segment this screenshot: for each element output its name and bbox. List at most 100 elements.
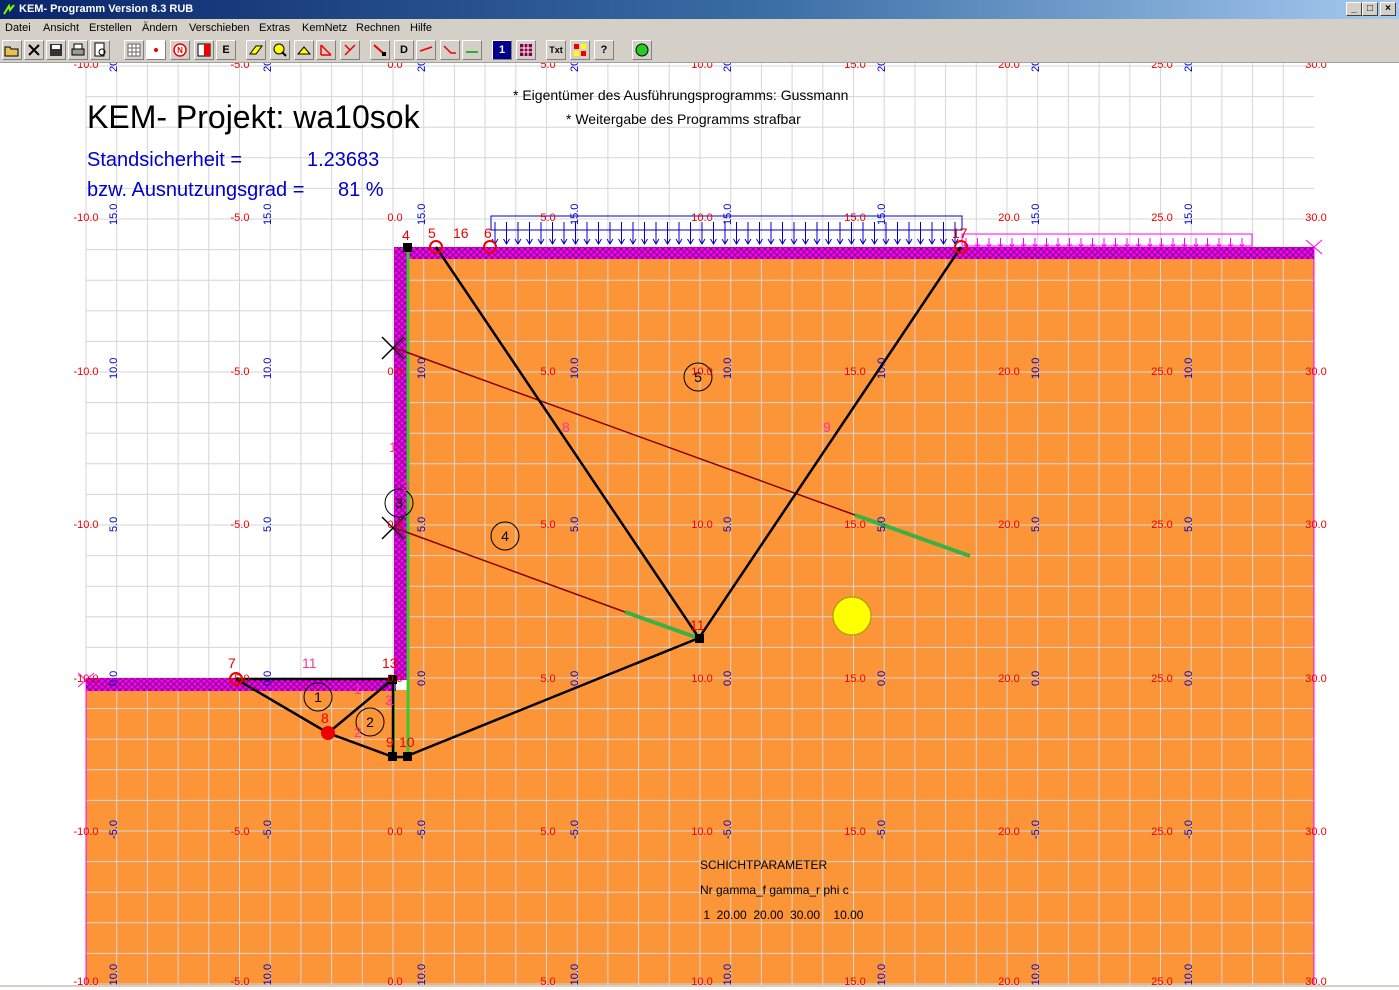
menu-rechnen[interactable]: Rechnen [356, 19, 400, 37]
x-axis-label: -10.0 [73, 212, 98, 224]
y-axis-label: -10.0 [1030, 964, 1042, 985]
menu-aendern[interactable]: Ändern [142, 19, 177, 37]
open-icon[interactable] [2, 40, 22, 60]
load-arrow [1113, 238, 1118, 248]
y-axis-label: 15.0 [569, 204, 581, 225]
load-arrow [744, 222, 752, 245]
y-axis-label: -10.0 [1183, 964, 1195, 985]
run-icon[interactable] [632, 40, 652, 60]
layer-color-icon[interactable] [194, 40, 214, 60]
load-arrow [1205, 238, 1210, 248]
colors-icon[interactable] [570, 40, 590, 60]
y-axis-label: 5.0 [722, 517, 734, 532]
load-arrow [710, 222, 717, 245]
load-arrow [1228, 238, 1233, 248]
menu-hilfe[interactable]: Hilfe [410, 19, 432, 37]
close-button[interactable]: × [1380, 2, 1396, 16]
highlight-marker[interactable] [832, 596, 872, 636]
load-arrow [526, 222, 533, 245]
close-file-icon[interactable] [24, 40, 44, 60]
maximize-button[interactable]: □ [1362, 2, 1378, 16]
zoom-icon[interactable] [270, 40, 290, 60]
d-node-icon[interactable]: D [394, 40, 414, 60]
e-button[interactable]: E [216, 40, 236, 60]
line-icon-1[interactable] [416, 40, 436, 60]
x-axis-label: 25.0 [1151, 212, 1172, 224]
x-axis-label: 25.0 [1151, 63, 1172, 71]
menu-datei[interactable]: Datei [5, 19, 31, 37]
grid-icon[interactable] [124, 40, 144, 60]
x-axis-label: 25.0 [1151, 366, 1172, 378]
x-axis-label: -5.0 [231, 673, 250, 685]
text-icon[interactable]: Txt [546, 40, 566, 60]
load-arrow [595, 222, 602, 245]
point-icon[interactable] [146, 40, 166, 60]
load-arrow [629, 222, 637, 245]
minimize-button[interactable]: _ [1346, 2, 1362, 16]
x-axis-label: 20.0 [998, 826, 1019, 838]
y-axis-label: 0.0 [108, 671, 120, 686]
arrow-node-icon[interactable] [370, 40, 390, 60]
svg-text:N: N [177, 46, 183, 55]
load-icon[interactable] [246, 40, 266, 60]
menu-ansicht[interactable]: Ansicht [43, 19, 79, 37]
x-axis-label: 20.0 [998, 976, 1019, 985]
node-icon[interactable]: N [170, 40, 190, 60]
load-arrow [928, 222, 936, 245]
load-arrow [618, 222, 625, 245]
node-label-10: 10 [399, 734, 415, 750]
safety-label: Standsicherheit = [87, 149, 242, 171]
menu-extras[interactable]: Extras [259, 19, 290, 37]
menu-verschieben[interactable]: Verschieben [189, 19, 250, 37]
y-axis-label: 10.0 [569, 358, 581, 379]
y-axis-label: -10.0 [569, 964, 581, 985]
x-axis-label: 30.0 [1305, 212, 1326, 224]
x-axis-label: -5.0 [231, 366, 250, 378]
menu-kemnetz[interactable]: KemNetz [302, 19, 347, 37]
load-arrow [767, 222, 775, 245]
line-icon-2[interactable] [440, 40, 460, 60]
element-2: 2 [366, 714, 374, 730]
x-axis-label: 20.0 [998, 673, 1019, 685]
slope-icon[interactable] [294, 40, 314, 60]
y-axis-label: 5.0 [108, 517, 120, 532]
matrix-icon[interactable] [516, 40, 536, 60]
y-axis-label: 20 [1030, 63, 1042, 72]
x-axis-label: 0.0 [387, 212, 402, 224]
x-axis-label: 10.0 [691, 519, 712, 531]
utilization-value: 81 % [338, 179, 384, 201]
surface-load [490, 215, 1253, 248]
y-axis-label: 0.0 [262, 671, 274, 686]
print-icon[interactable] [68, 40, 88, 60]
y-axis-label: 20 [876, 63, 888, 72]
line-label-11: 11 [302, 655, 317, 671]
x-axis-label: 25.0 [1151, 976, 1172, 985]
diagonal-icon[interactable] [340, 40, 360, 60]
help-icon[interactable]: ? [594, 40, 614, 60]
load-arrow [813, 222, 821, 245]
y-axis-label: 20 [108, 63, 120, 72]
line-label-3b: 3 [402, 478, 410, 494]
save-icon[interactable] [46, 40, 66, 60]
element-4: 4 [501, 528, 509, 544]
load-arrow [1090, 238, 1095, 248]
angle-icon[interactable] [316, 40, 336, 60]
x-axis-label: 30.0 [1305, 826, 1326, 838]
line-label-4: 4 [386, 694, 394, 710]
drawing-canvas[interactable]: -10.0 -5.0 0.0 5.0 10.0 15.0 20.0 25.0 30.0 20 20 2… [0, 59, 1399, 989]
one-icon[interactable]: 1 [492, 40, 512, 60]
print-preview-icon[interactable] [90, 40, 110, 60]
y-axis-label: 20 [1183, 63, 1195, 72]
load-arrow [560, 222, 568, 245]
load-arrow [1021, 238, 1026, 248]
y-axis-label: -10.0 [262, 964, 274, 985]
x-axis-label: 20.0 [998, 519, 1019, 531]
node-label-6: 6 [484, 225, 492, 241]
y-axis-label: -5.0 [722, 820, 734, 839]
y-axis-label: -10.0 [416, 964, 428, 985]
safety-value: 1.23683 [307, 149, 379, 171]
y-axis-label: 20 [262, 63, 274, 72]
anchor-icon[interactable] [462, 40, 482, 60]
menu-erstellen[interactable]: Erstellen [89, 19, 132, 37]
x-axis-label: 5.0 [540, 673, 555, 685]
